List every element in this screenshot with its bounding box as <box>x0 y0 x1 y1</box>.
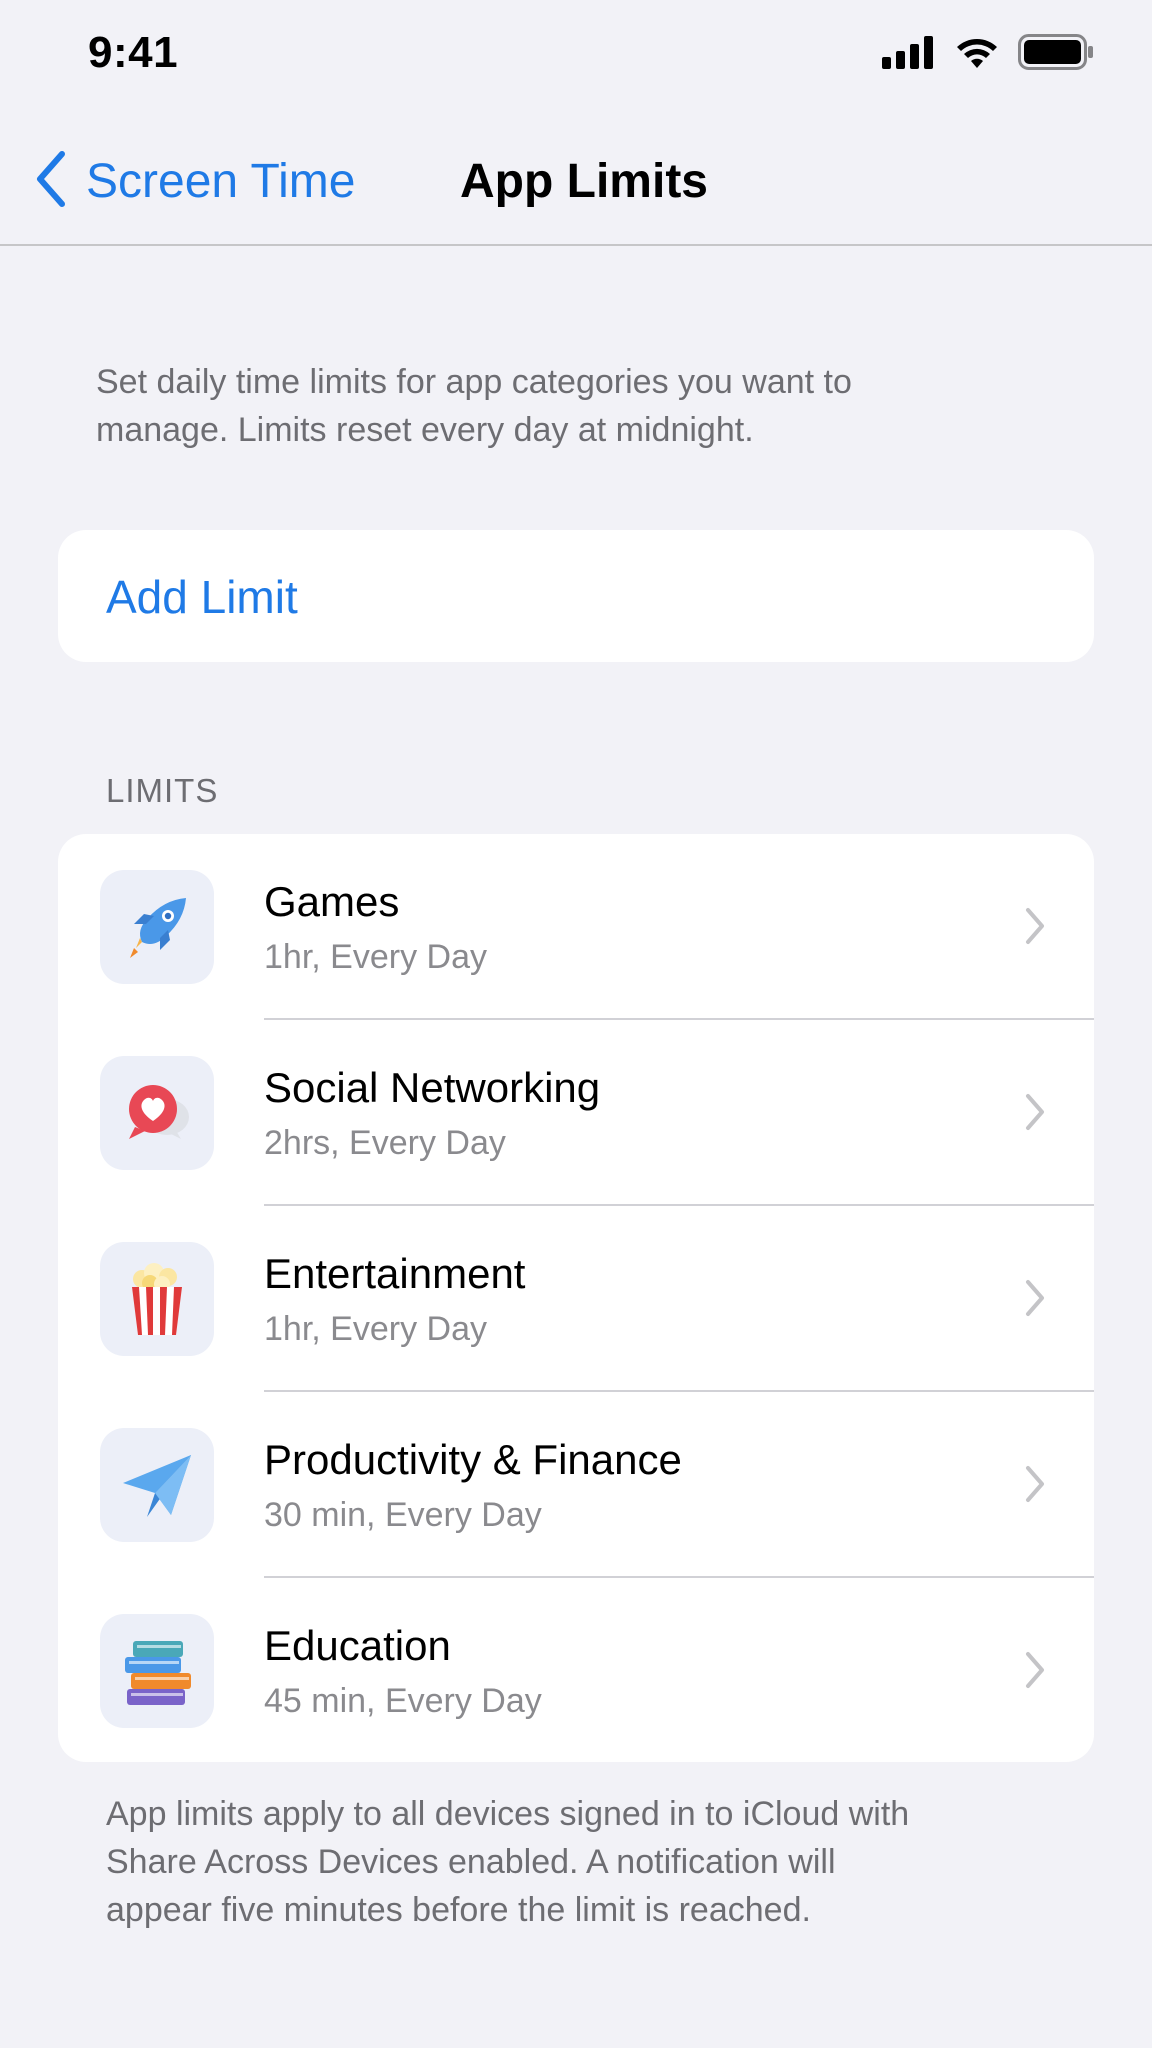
footer-note: App limits apply to all devices signed i… <box>106 1795 910 1929</box>
limit-subtitle: 1hr, Every Day <box>264 1310 487 1348</box>
limit-title: Productivity & Finance <box>264 1436 682 1483</box>
popcorn-icon <box>100 1242 214 1356</box>
status-bar: 9:41 <box>0 0 1152 110</box>
heart-chat-icon <box>100 1056 214 1170</box>
chevron-right-icon <box>1024 1092 1046 1137</box>
add-limit-card: Add Limit <box>58 530 1094 662</box>
limit-title: Entertainment <box>264 1250 526 1297</box>
add-limit-button[interactable]: Add Limit <box>106 570 298 624</box>
limits-section-header: LIMITS <box>106 772 219 809</box>
chevron-right-icon <box>1024 1650 1046 1695</box>
limit-subtitle: 1hr, Every Day <box>264 938 487 976</box>
limit-row-games[interactable]: Games 1hr, Every Day <box>58 834 1094 1020</box>
limit-title: Social Networking <box>264 1064 601 1111</box>
limits-list: Games 1hr, Every Day Social Networking 2… <box>58 834 1094 1762</box>
limit-subtitle: 2hrs, Every Day <box>264 1124 506 1162</box>
chevron-right-icon <box>1024 906 1046 951</box>
chevron-left-icon <box>34 150 68 213</box>
rocket-icon <box>100 870 214 984</box>
status-time: 9:41 <box>88 28 179 77</box>
books-icon <box>100 1614 214 1728</box>
limit-title: Education <box>264 1622 451 1669</box>
limit-row-education[interactable]: Education 45 min, Every Day <box>58 1578 1094 1764</box>
limit-subtitle: 30 min, Every Day <box>264 1496 542 1534</box>
limit-row-productivity-finance[interactable]: Productivity & Finance 30 min, Every Day <box>58 1392 1094 1578</box>
chevron-right-icon <box>1024 1278 1046 1323</box>
status-icons <box>882 34 1094 75</box>
limit-subtitle: 45 min, Every Day <box>264 1682 542 1720</box>
chevron-right-icon <box>1024 1464 1046 1509</box>
back-button[interactable]: Screen Time <box>34 150 355 213</box>
navigation-bar: Screen Time App Limits <box>0 110 1152 246</box>
cellular-signal-icon <box>882 35 936 74</box>
battery-icon <box>1018 34 1094 75</box>
limit-row-entertainment[interactable]: Entertainment 1hr, Every Day <box>58 1206 1094 1392</box>
wifi-icon <box>954 35 1000 74</box>
paper-plane-icon <box>100 1428 214 1542</box>
back-label: Screen Time <box>86 155 356 208</box>
limit-title: Games <box>264 878 400 925</box>
page-title: App Limits <box>460 155 708 208</box>
intro-description: Set daily time limits for app categories… <box>96 363 852 449</box>
limit-row-social-networking[interactable]: Social Networking 2hrs, Every Day <box>58 1020 1094 1206</box>
